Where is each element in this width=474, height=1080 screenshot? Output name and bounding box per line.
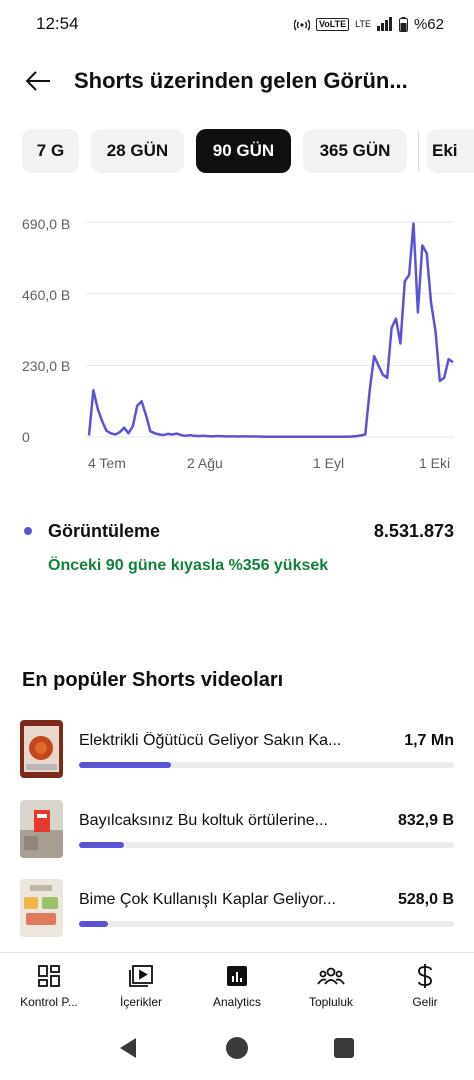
chip-divider: [418, 131, 419, 171]
hotspot-icon: [293, 19, 310, 31]
status-icons: VoLTE LTE %62: [293, 15, 444, 33]
back-button[interactable]: [8, 56, 68, 106]
content-icon: [128, 963, 154, 989]
series-line: [87, 222, 454, 439]
top-short-row[interactable]: Bime Çok Kullanışlı Kaplar Geliyor... 52…: [20, 879, 454, 939]
video-thumbnail: [20, 800, 63, 858]
system-home-icon[interactable]: [226, 1037, 248, 1059]
share-bar-track: [79, 762, 454, 768]
nav-label: Analytics: [212, 995, 262, 1009]
metric-label: Görüntüleme: [48, 520, 161, 541]
analytics-icon: [225, 963, 249, 989]
share-bar-track: [79, 921, 454, 927]
views-chart: 690,0 B 460,0 B 230,0 B 0 4 Tem 2 Ağu 1 …: [0, 205, 474, 480]
status-bar: 12:54 VoLTE LTE %62: [0, 0, 474, 48]
community-icon: [317, 963, 345, 989]
video-title: Bayılcaksınız Bu koltuk örtülerine...: [79, 812, 328, 829]
y-tick-label: 0: [22, 429, 30, 445]
nav-dashboard[interactable]: Kontrol P...: [2, 953, 96, 1021]
arrow-back-icon: [25, 71, 50, 91]
y-tick-label: 460,0 B: [22, 287, 71, 303]
share-bar-fill: [79, 762, 171, 768]
video-thumbnail: [20, 720, 63, 778]
chip-365-days[interactable]: 365 GÜN: [303, 129, 407, 173]
nav-community[interactable]: Topluluk: [284, 953, 378, 1021]
video-views: 1,7 Mn: [404, 732, 454, 749]
share-bar-fill: [79, 842, 124, 848]
x-tick-label: 4 Tem: [88, 455, 126, 471]
video-title: Elektrikli Öğütücü Geliyor Sakın Ka...: [79, 732, 342, 749]
video-title: Bime Çok Kullanışlı Kaplar Geliyor...: [79, 891, 336, 908]
x-tick-label: 1 Eyl: [313, 455, 345, 471]
dashboard-icon: [37, 963, 61, 989]
chip-90-days[interactable]: 90 GÜN: [196, 129, 291, 173]
share-bar-track: [79, 842, 454, 848]
section-title: En popüler Shorts videoları: [22, 669, 284, 691]
chart-svg: [86, 221, 454, 439]
x-tick-label: 1 Eki: [419, 455, 451, 471]
chip-month-october[interactable]: Eki: [427, 129, 474, 173]
status-time: 12:54: [36, 14, 79, 33]
system-back-icon[interactable]: [116, 1036, 140, 1060]
nav-content[interactable]: İçerikler: [94, 953, 188, 1021]
metric-comparison: Önceki 90 güne kıyasla %356 yüksek: [48, 557, 329, 574]
system-recents-icon[interactable]: [334, 1038, 354, 1058]
nav-label: Kontrol P...: [20, 995, 78, 1009]
nav-label: Topluluk: [308, 995, 354, 1009]
nav-label: İçerikler: [119, 995, 162, 1009]
nav-earn[interactable]: Gelir: [378, 953, 472, 1021]
system-navigation-bar: [0, 1020, 474, 1080]
nav-analytics[interactable]: Analytics: [190, 953, 284, 1021]
page-title: Shorts üzerinden gelen Görün...: [74, 68, 408, 93]
top-short-row[interactable]: Bayılcaksınız Bu koltuk örtülerine... 83…: [20, 800, 454, 860]
views-metric: Görüntüleme 8.531.873: [22, 518, 454, 544]
app-header: Shorts üzerinden gelen Görün...: [0, 56, 474, 106]
y-tick-label: 690,0 B: [22, 216, 71, 232]
chip-28-days[interactable]: 28 GÜN: [91, 129, 184, 173]
share-bar-fill: [79, 921, 108, 927]
earn-icon: [415, 963, 435, 989]
battery-icon: [398, 16, 408, 32]
metric-value: 8.531.873: [373, 520, 454, 541]
nav-label: Gelir: [412, 995, 438, 1009]
video-thumbnail: [20, 879, 63, 937]
video-views: 528,0 B: [397, 891, 454, 908]
network-type: LTE: [355, 19, 371, 29]
top-short-row[interactable]: Elektrikli Öğütücü Geliyor Sakın Ka... 1…: [20, 720, 454, 780]
battery-percent: %62: [413, 15, 444, 33]
x-tick-label: 2 Ağu: [187, 455, 223, 471]
signal-icon: [376, 17, 392, 31]
video-views: 832,9 B: [397, 812, 454, 829]
period-chip-row: 7 G 28 GÜN 90 GÜN 365 GÜN Eki: [0, 129, 474, 173]
volte-badge: VoLTE: [315, 17, 350, 31]
y-tick-label: 230,0 B: [22, 358, 71, 374]
bottom-navigation: Kontrol P... İçerikler Analytics Toplulu…: [0, 952, 474, 1020]
series-dot: [24, 527, 32, 535]
chip-7-days[interactable]: 7 G: [22, 129, 79, 173]
